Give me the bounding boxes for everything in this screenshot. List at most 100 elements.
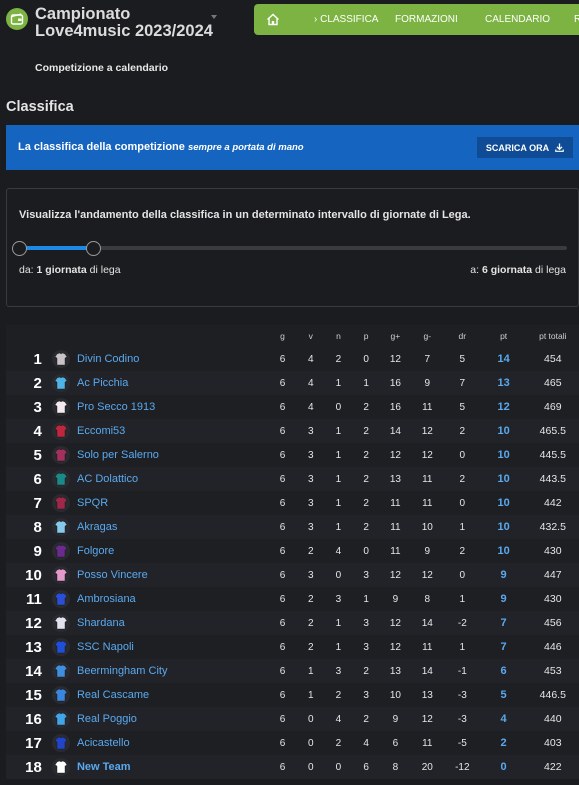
team-position: 7 [6, 491, 48, 515]
team-position: 6 [6, 467, 48, 491]
nav-classifica[interactable]: › CLASSIFICA [314, 14, 378, 25]
team-name[interactable]: Shardana [74, 611, 269, 635]
table-row[interactable]: 2 Ac Picchia 6 4 1 1 16 9 7 13 465 [6, 371, 579, 395]
header-gplus[interactable]: g+ [380, 325, 410, 347]
team-jersey-icon [52, 374, 71, 392]
team-name[interactable]: Solo per Salerno [74, 443, 269, 467]
stat-points: 7 [480, 611, 527, 635]
range-to-label: a: 6 giornata di lega [470, 264, 566, 276]
table-row[interactable]: 11 Ambrosiana 6 2 3 1 9 8 1 9 430 [6, 587, 579, 611]
table-row[interactable]: 10 Posso Vincere 6 3 0 3 12 12 0 9 447 [6, 563, 579, 587]
team-name[interactable]: SPQR [74, 491, 269, 515]
header-p[interactable]: p [352, 325, 380, 347]
team-position: 11 [6, 587, 48, 611]
header-gminus[interactable]: g- [411, 325, 444, 347]
team-name[interactable]: Ambrosiana [74, 587, 269, 611]
stat-points: 10 [480, 467, 527, 491]
stat-g: 6 [268, 587, 297, 611]
team-jersey-icon [52, 590, 71, 608]
team-name[interactable]: Divin Codino [74, 347, 269, 371]
stat-p: 2 [352, 443, 381, 467]
range-to-value: 6 giornata [481, 264, 533, 276]
table-row[interactable]: 14 Beermingham City 6 1 3 2 13 14 -1 6 453 [6, 659, 579, 683]
stat-p: 1 [352, 371, 381, 395]
table-row[interactable]: 6 AC Dolattico 6 3 1 2 13 11 2 10 443.5 [6, 467, 579, 491]
stat-v: 3 [296, 563, 325, 587]
banner-text: La classifica della competizione sempre … [18, 141, 304, 153]
table-row[interactable]: 5 Solo per Salerno 6 3 1 2 12 12 0 10 445.5 [6, 443, 579, 467]
nav-calendario[interactable]: CALENDARIO [485, 14, 550, 25]
team-name[interactable]: Eccomi53 [74, 419, 269, 443]
stat-n: 1 [324, 371, 353, 395]
stat-total-points: 432.5 [526, 515, 579, 539]
table-row[interactable]: 4 Eccomi53 6 3 1 2 14 12 2 10 465.5 [6, 419, 579, 443]
table-row[interactable]: 17 Acicastello 6 0 2 4 6 11 -5 2 403 [6, 731, 579, 755]
team-name[interactable]: Real Poggio [74, 707, 269, 731]
table-row[interactable]: 1 Divin Codino 6 4 2 0 12 7 5 14 454 [6, 347, 579, 371]
jersey-cell [47, 419, 75, 443]
stat-goals-against: 14 [410, 611, 445, 635]
table-row[interactable]: 8 Akragas 6 3 1 2 11 10 1 10 432.5 [6, 515, 579, 539]
table-row[interactable]: 12 Shardana 6 2 1 3 12 14 -2 7 456 [6, 611, 579, 635]
nav-formazioni[interactable]: FORMAZIONI [395, 14, 458, 25]
team-name[interactable]: Ac Picchia [74, 371, 269, 395]
stat-p: 3 [352, 635, 381, 659]
stat-g: 6 [268, 419, 297, 443]
table-row[interactable]: 13 SSC Napoli 6 2 1 3 12 11 1 7 446 [6, 635, 579, 659]
stat-goal-diff: 5 [444, 347, 481, 371]
header-pos [6, 325, 48, 347]
stat-goals-against: 10 [410, 515, 445, 539]
header-g[interactable]: g [268, 325, 296, 347]
download-button[interactable]: SCARICA ORA [477, 137, 573, 158]
nav-more[interactable]: R [574, 14, 579, 25]
home-icon[interactable] [254, 4, 292, 35]
stat-total-points: 430 [526, 539, 579, 563]
table-row[interactable]: 3 Pro Secco 1913 6 4 0 2 16 11 5 12 469 [6, 395, 579, 419]
stat-points: 13 [480, 371, 527, 395]
table-row[interactable]: 16 Real Poggio 6 0 4 2 9 12 -3 4 440 [6, 707, 579, 731]
table-row[interactable]: 7 SPQR 6 3 1 2 11 11 0 10 442 [6, 491, 579, 515]
table-row[interactable]: 15 Real Cascame 6 1 2 3 10 13 -3 5 446.5 [6, 683, 579, 707]
slider-handle-from[interactable] [12, 241, 27, 256]
stat-n: 4 [324, 707, 353, 731]
stat-total-points: 454 [526, 347, 579, 371]
table-row[interactable]: 18 New Team 6 0 0 6 8 20 -12 0 422 [6, 755, 579, 779]
header-pt-totali[interactable]: pt totali [527, 325, 579, 347]
team-name[interactable]: Pro Secco 1913 [74, 395, 269, 419]
team-name[interactable]: Real Cascame [74, 683, 269, 707]
team-position: 1 [6, 347, 48, 371]
header-dr[interactable]: dr [444, 325, 481, 347]
stat-v: 1 [296, 683, 325, 707]
stat-goal-diff: 1 [444, 587, 481, 611]
team-name[interactable]: New Team [74, 755, 269, 779]
range-from-prefix: da: [19, 264, 34, 276]
stat-points: 6 [480, 659, 527, 683]
team-name[interactable]: Folgore [74, 539, 269, 563]
header-pt[interactable]: pt [481, 325, 527, 347]
team-name[interactable]: Beermingham City [74, 659, 269, 683]
stat-n: 0 [324, 563, 353, 587]
table-row[interactable]: 9 Folgore 6 2 4 0 11 9 2 10 430 [6, 539, 579, 563]
team-jersey-icon [52, 470, 71, 488]
team-name[interactable]: Posso Vincere [74, 563, 269, 587]
slider-track[interactable] [19, 246, 567, 250]
team-position: 5 [6, 443, 48, 467]
team-name[interactable]: AC Dolattico [74, 467, 269, 491]
slider-handle-to[interactable] [86, 241, 102, 256]
stat-goals-for: 10 [380, 683, 411, 707]
competition-title[interactable]: Campionato Love4music 2023/2024 [35, 6, 215, 40]
team-name[interactable]: Akragas [74, 515, 269, 539]
stat-p: 2 [352, 419, 381, 443]
stat-points: 5 [480, 683, 527, 707]
header-n[interactable]: n [325, 325, 352, 347]
team-name[interactable]: Acicastello [74, 731, 269, 755]
stat-g: 6 [268, 707, 297, 731]
header-v[interactable]: v [297, 325, 325, 347]
stat-goals-against: 13 [410, 683, 445, 707]
chevron-down-icon[interactable] [211, 15, 217, 19]
team-jersey-icon [52, 734, 71, 752]
team-name[interactable]: SSC Napoli [74, 635, 269, 659]
stat-g: 6 [268, 395, 297, 419]
stat-goals-against: 7 [410, 347, 445, 371]
stat-total-points: 443.5 [526, 467, 579, 491]
